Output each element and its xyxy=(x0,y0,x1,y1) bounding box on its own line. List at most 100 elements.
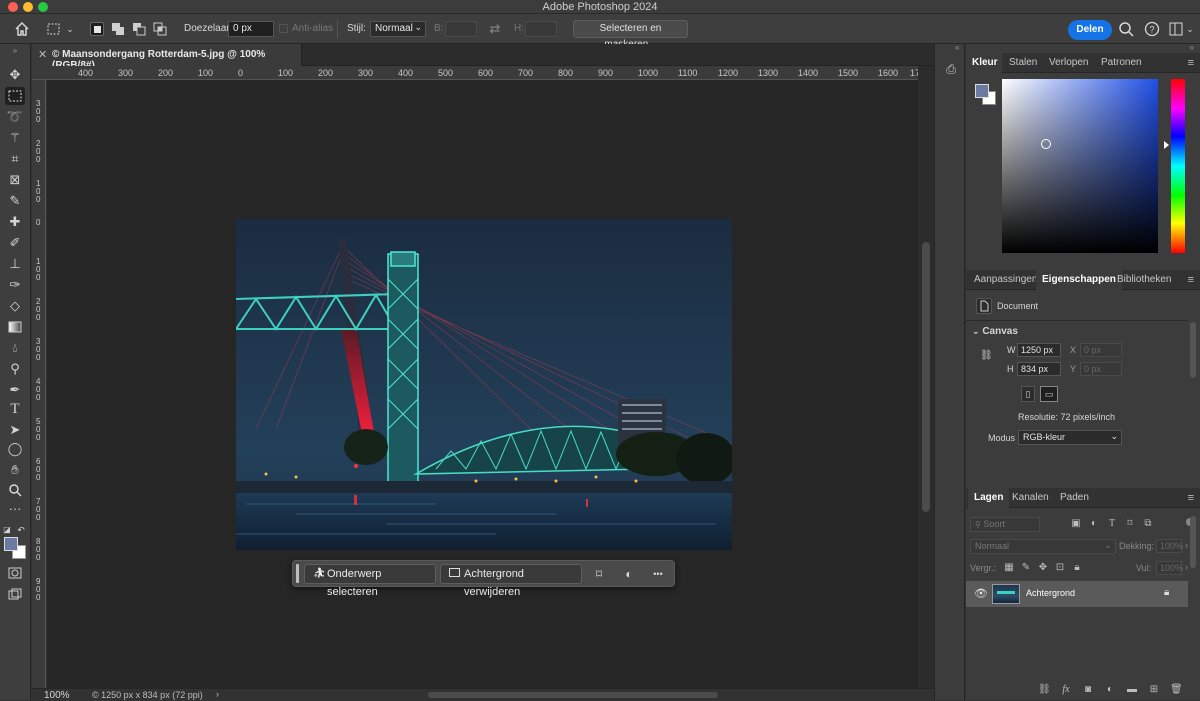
new-group-icon[interactable]: ▬ xyxy=(1126,684,1138,696)
more-tools-icon[interactable]: ··· xyxy=(5,500,25,518)
landscape-orientation-icon[interactable]: ▭ xyxy=(1040,386,1058,402)
style-select[interactable]: Normaal ⌄ xyxy=(370,21,426,37)
canvas-height-input[interactable]: 834 px xyxy=(1017,362,1061,376)
feather-input[interactable]: 0 px xyxy=(228,21,274,37)
dodge-tool-icon[interactable]: ⚲ xyxy=(5,360,25,378)
layer-name[interactable]: Achtergrond xyxy=(1026,588,1075,598)
canvas-width-input[interactable]: 1250 px xyxy=(1017,343,1061,357)
search-icon[interactable] xyxy=(1118,21,1134,37)
crop-tool-icon[interactable]: ⌗ xyxy=(5,150,25,168)
tab-adjustments[interactable]: Aanpassingen xyxy=(968,270,1043,290)
color-picker-marker[interactable] xyxy=(1041,139,1051,149)
history-brush-icon[interactable]: ✑ xyxy=(5,276,25,294)
delete-layer-icon[interactable]: 🗑︎ xyxy=(1170,684,1183,696)
collapse-icon[interactable]: » xyxy=(1190,43,1194,52)
mode-select[interactable]: RGB-kleur ⌄ xyxy=(1018,430,1122,445)
new-adjustment-icon[interactable]: ◐ xyxy=(1104,684,1116,696)
hue-marker[interactable] xyxy=(1164,141,1169,149)
fill-input[interactable]: 100% xyxy=(1156,561,1183,575)
canvas-section-toggle[interactable]: ⌄ Canvas xyxy=(972,326,1018,337)
filter-shape-icon[interactable]: ⌑ xyxy=(1124,518,1136,530)
intersect-selection-icon[interactable] xyxy=(153,22,167,36)
tab-gradients[interactable]: Verlopen xyxy=(1043,53,1094,73)
swap-icon[interactable]: ⇄ xyxy=(487,21,503,37)
lock-all-icon[interactable]: 🔒︎ xyxy=(1071,562,1083,574)
document-image[interactable] xyxy=(236,219,732,550)
hue-slider[interactable] xyxy=(1171,79,1185,253)
quick-mask-icon[interactable] xyxy=(5,564,25,582)
lasso-tool-icon[interactable]: ➰ xyxy=(5,108,25,126)
lock-artboard-icon[interactable]: ⊡ xyxy=(1054,562,1066,574)
antialias-checkbox[interactable] xyxy=(279,24,288,33)
filter-pixel-icon[interactable]: ▣ xyxy=(1070,518,1082,530)
type-tool-icon[interactable]: T xyxy=(5,400,25,418)
link-layers-icon[interactable]: ⛓ xyxy=(1038,684,1051,696)
filter-adjustment-icon[interactable]: ◐ xyxy=(1088,518,1100,530)
new-layer-icon[interactable]: ⊞ xyxy=(1148,684,1160,696)
fill-chevron-icon[interactable]: › xyxy=(1185,562,1188,572)
transform-icon[interactable]: ⌑ xyxy=(591,566,607,582)
panel-menu-icon[interactable]: ≡ xyxy=(1188,53,1194,73)
drag-handle[interactable] xyxy=(296,564,299,583)
document-info[interactable]: © 1250 px x 834 px (72 ppi) xyxy=(92,690,203,700)
eraser-icon[interactable]: ◇ xyxy=(5,297,25,315)
lock-transparency-icon[interactable]: ▦ xyxy=(1003,562,1015,574)
tab-paths[interactable]: Paden xyxy=(1054,488,1095,508)
layer-row[interactable]: 👁︎ Achtergrond 🔒︎ xyxy=(966,581,1188,607)
close-icon[interactable]: ✕ xyxy=(38,48,47,61)
tab-patterns[interactable]: Patronen xyxy=(1095,53,1148,73)
healing-brush-icon[interactable]: ✚ xyxy=(5,213,25,231)
chevron-right-icon[interactable]: › xyxy=(216,689,219,699)
portrait-orientation-icon[interactable]: ▯ xyxy=(1021,386,1035,402)
path-selection-icon[interactable]: ➤ xyxy=(5,421,25,439)
color-field[interactable] xyxy=(1002,79,1158,253)
opacity-chevron-icon[interactable]: › xyxy=(1185,540,1188,550)
panel-menu-icon[interactable]: ≡ xyxy=(1188,488,1194,508)
vertical-scroll-thumb[interactable] xyxy=(922,242,930,512)
magic-wand-icon[interactable]: ⚚ xyxy=(5,129,25,147)
layer-style-icon[interactable]: fx xyxy=(1060,684,1072,696)
layer-filter-select[interactable]: ⚲ Soort xyxy=(970,517,1040,532)
tab-layers[interactable]: Lagen xyxy=(968,488,1010,508)
width-input[interactable] xyxy=(445,21,477,37)
eye-icon[interactable]: 👁︎ xyxy=(974,587,988,600)
link-icon[interactable]: ⛓ xyxy=(980,350,993,364)
more-options-icon[interactable]: ••• xyxy=(650,566,666,582)
home-icon[interactable] xyxy=(14,21,30,37)
tab-swatches[interactable]: Stalen xyxy=(1003,53,1043,73)
eyedropper-icon[interactable]: ✎ xyxy=(5,192,25,210)
add-selection-icon[interactable] xyxy=(111,22,125,36)
ellipse-tool-icon[interactable]: ◯ xyxy=(5,440,25,458)
hand-tool-icon[interactable]: ✋︎ xyxy=(5,461,25,479)
remove-background-button[interactable]: Achtergrond verwijderen xyxy=(440,564,582,598)
ruler-horizontal[interactable]: 400 300 200 100 0 100 200 300 400 500 600 700 800 900… xyxy=(32,66,918,80)
zoom-tool-icon[interactable] xyxy=(5,481,25,499)
share-button[interactable]: Delen xyxy=(1068,20,1112,40)
panel-menu-icon[interactable]: ≡ xyxy=(1188,270,1194,290)
document-tab[interactable]: ✕ © Maansondergang Rotterdam-5.jpg @ 100… xyxy=(32,44,302,71)
history-panel-icon[interactable]: ⎙ xyxy=(943,62,959,78)
layers-scrollbar[interactable] xyxy=(1190,516,1196,568)
canvas-y-input[interactable]: 0 px xyxy=(1080,362,1122,376)
help-icon[interactable]: ? xyxy=(1144,21,1160,37)
color-panel-foreground-swatch[interactable] xyxy=(975,84,989,98)
horizontal-scroll-thumb[interactable] xyxy=(428,692,718,698)
new-selection-icon[interactable] xyxy=(90,22,104,36)
opacity-input[interactable]: 100% xyxy=(1156,539,1183,553)
zoom-level[interactable]: 100% xyxy=(44,690,70,701)
frame-tool-icon[interactable]: ⊠ xyxy=(5,171,25,189)
lock-position-icon[interactable]: ✥ xyxy=(1037,562,1049,574)
ruler-vertical[interactable]: 300 200 100 0 100 200 300 400 500 600 700 800 900 xyxy=(32,80,46,688)
screen-mode-icon[interactable] xyxy=(5,585,25,603)
tab-channels[interactable]: Kanalen xyxy=(1006,488,1055,508)
subtract-selection-icon[interactable] xyxy=(132,22,146,36)
collapse-icon[interactable]: « xyxy=(955,43,959,52)
filter-type-icon[interactable]: T xyxy=(1106,518,1118,530)
blur-tool-icon[interactable]: 💧︎ xyxy=(5,339,25,357)
tab-properties[interactable]: Eigenschappen xyxy=(1036,270,1122,290)
brush-tool-icon[interactable]: ✐ xyxy=(5,234,25,252)
canvas-x-input[interactable]: 0 px xyxy=(1080,343,1122,357)
marquee-tool-icon[interactable] xyxy=(5,87,25,105)
tab-color[interactable]: Kleur xyxy=(966,53,1002,73)
marquee-preset-icon[interactable] xyxy=(46,21,62,37)
